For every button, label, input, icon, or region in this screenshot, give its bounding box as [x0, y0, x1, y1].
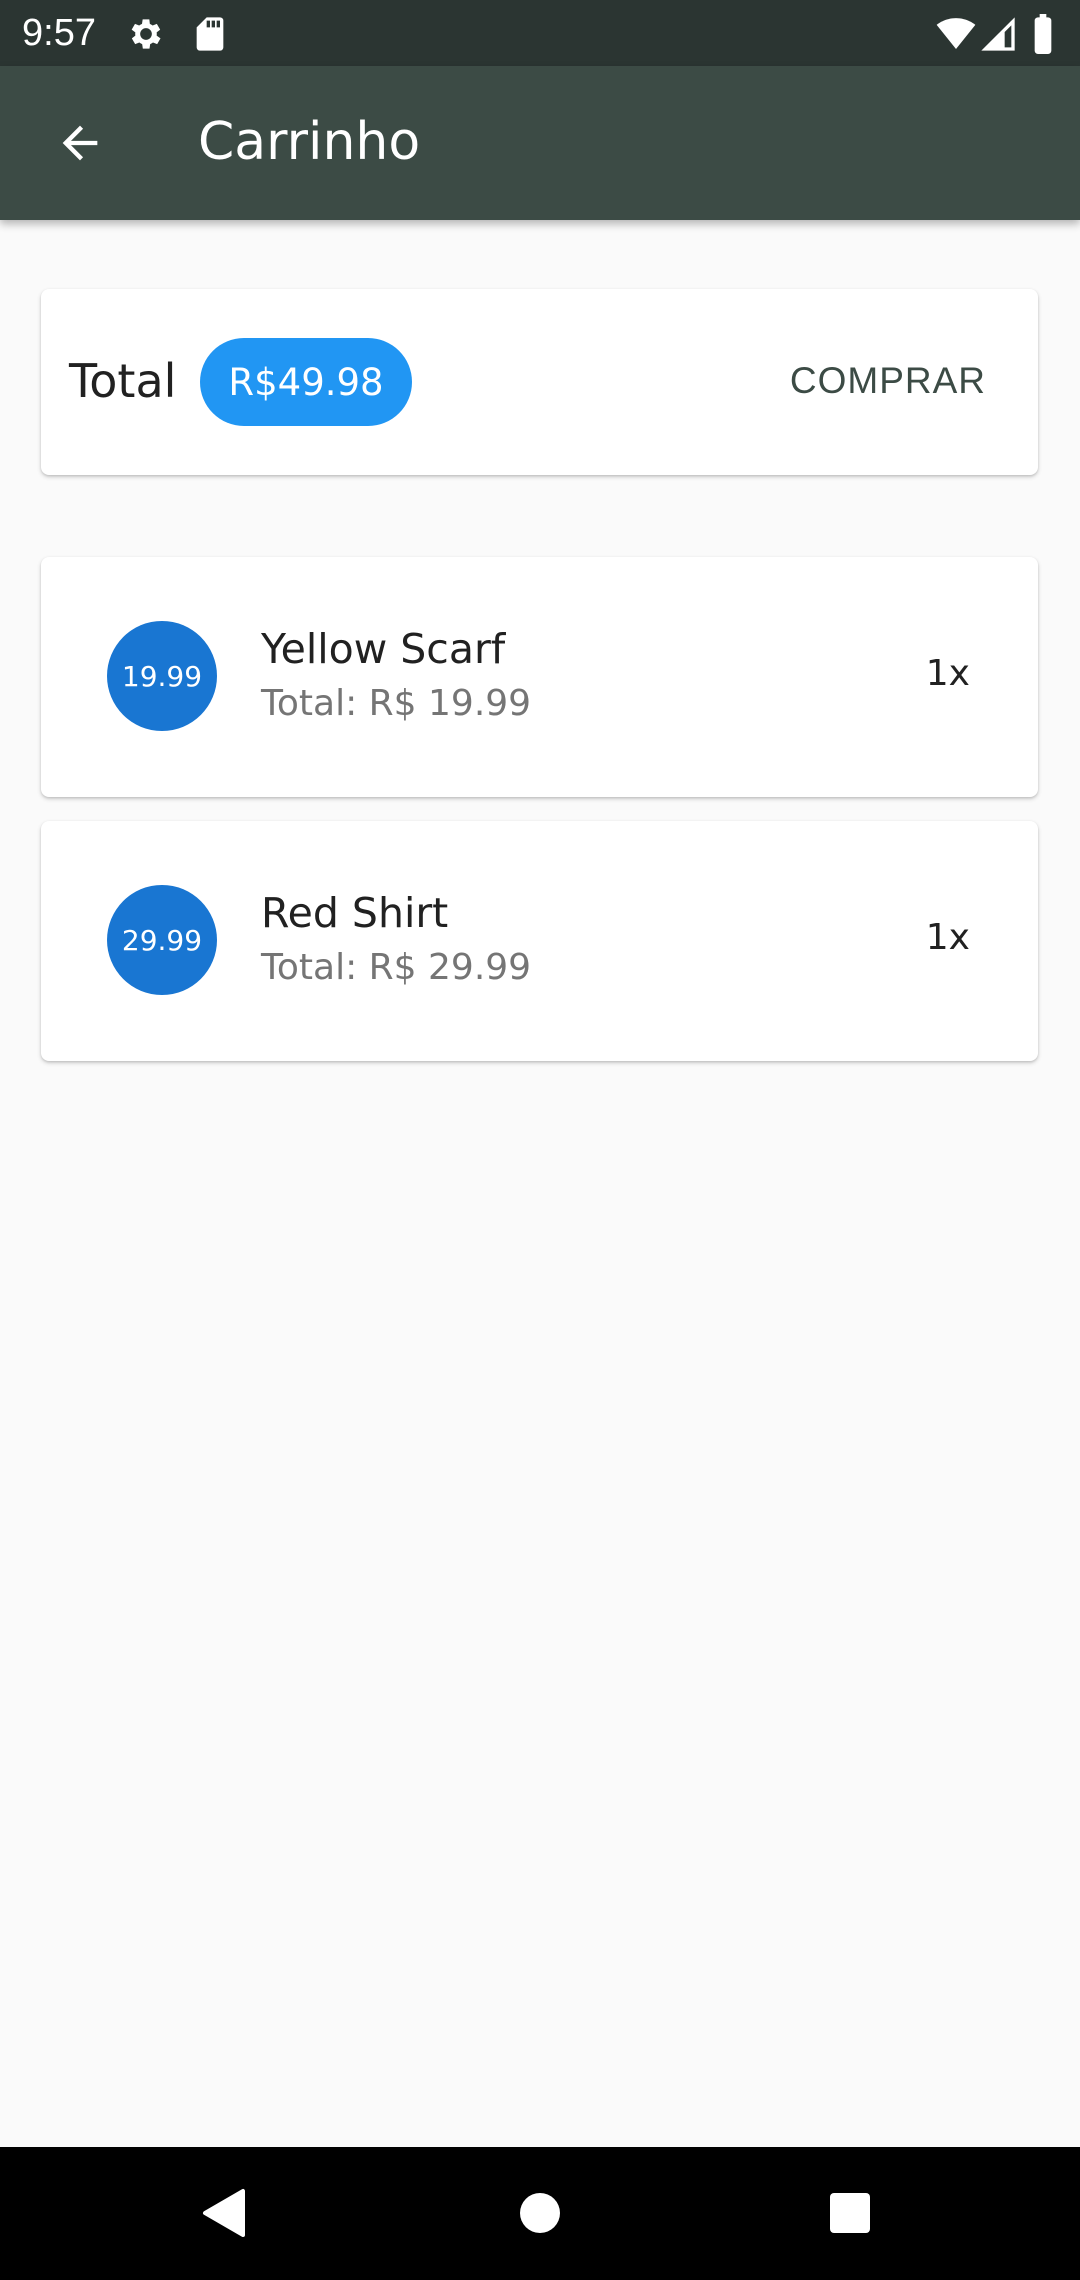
gear-icon: [126, 14, 166, 54]
battery-icon: [1026, 14, 1060, 54]
recents-square-icon: [830, 2193, 870, 2233]
home-circle-icon: [520, 2193, 560, 2233]
status-bar: 9:57: [0, 0, 1080, 66]
price-avatar: 29.99: [107, 885, 217, 995]
buy-button[interactable]: COMPRAR: [772, 343, 1004, 419]
wifi-icon: [936, 14, 976, 54]
app-bar: Carrinho: [0, 66, 1080, 220]
item-quantity: 1x: [925, 917, 970, 958]
item-quantity: 1x: [925, 653, 970, 694]
nav-home-button[interactable]: [500, 2173, 580, 2253]
cart-total-card: Total R$49.98 COMPRAR: [41, 289, 1038, 475]
nav-back-button[interactable]: [184, 2173, 264, 2253]
item-name: Yellow Scarf: [261, 625, 506, 673]
status-time: 9:57: [22, 12, 96, 54]
item-total: Total: R$ 29.99: [261, 947, 532, 988]
page-title: Carrinho: [198, 112, 421, 172]
system-nav-bar: [0, 2147, 1080, 2280]
total-label: Total: [69, 354, 177, 408]
back-triangle-icon: [203, 2189, 245, 2237]
arrow-back-icon: [62, 125, 98, 161]
nav-recents-button[interactable]: [810, 2173, 890, 2253]
sd-card-icon: [190, 14, 230, 54]
item-name: Red Shirt: [261, 889, 449, 937]
cart-item[interactable]: 19.99 Yellow Scarf Total: R$ 19.99 1x: [41, 557, 1038, 797]
signal-icon: [978, 14, 1018, 54]
cart-item[interactable]: 29.99 Red Shirt Total: R$ 29.99 1x: [41, 821, 1038, 1061]
back-button[interactable]: [38, 101, 122, 185]
item-total: Total: R$ 19.99: [261, 683, 532, 724]
total-amount-badge: R$49.98: [200, 338, 412, 426]
price-avatar: 19.99: [107, 621, 217, 731]
